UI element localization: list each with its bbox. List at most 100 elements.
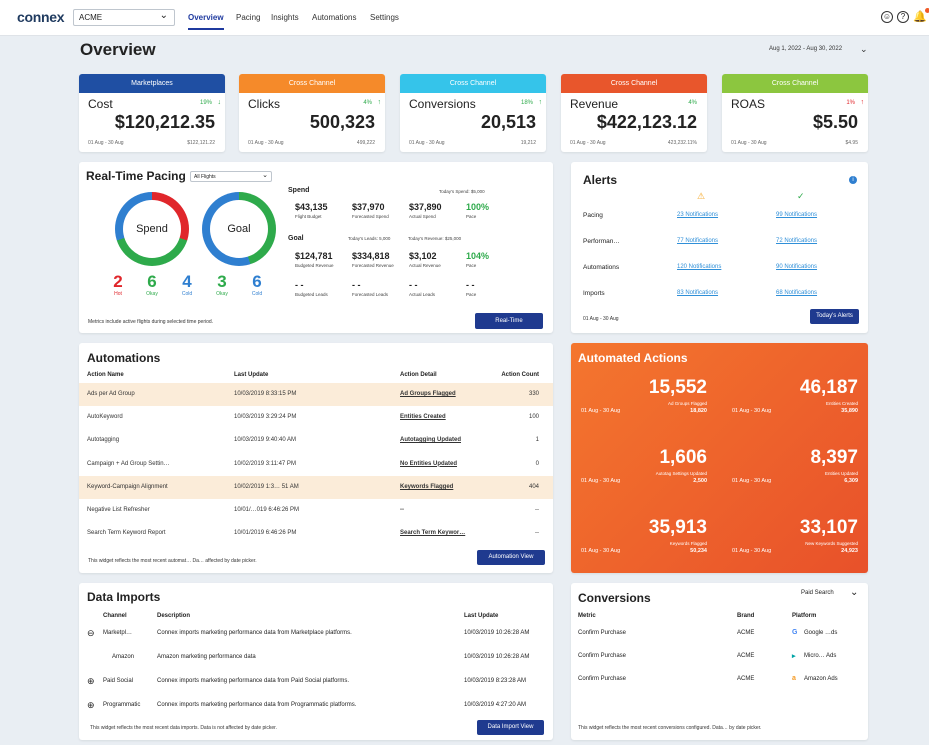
alert-ok-link[interactable]: 90 Notifications — [776, 264, 817, 270]
spend-ring[interactable]: Spend — [115, 192, 189, 266]
action-name: Autotagging — [87, 437, 120, 444]
table-row[interactable]: Search Term Keyword Report 10/01/2019 6:4… — [79, 522, 553, 545]
last-update: 10/02/2019 1:3… 51 AM — [234, 483, 299, 490]
action-detail-link[interactable]: Ad Groups Flagged — [400, 391, 456, 397]
spend-value: $43,135 — [295, 202, 328, 212]
lead-value: - - — [295, 280, 304, 290]
pacing-count-label: Okay — [146, 291, 158, 297]
action-detail-link[interactable]: Entities Created — [400, 414, 446, 420]
conversions-footnote: This widget reflects the most recent con… — [578, 725, 762, 731]
automations-title: Automations — [87, 351, 161, 365]
action-detail-link[interactable]: Keywords Flagged — [400, 484, 453, 490]
real-time-button[interactable]: Real-Time — [475, 313, 543, 329]
connex-logo[interactable]: connex — [17, 9, 65, 25]
alert-ok-link[interactable]: 72 Notifications — [776, 238, 817, 244]
collapse-icon[interactable]: ⊖ — [87, 628, 95, 639]
action-label: Keywords Flagged — [669, 541, 707, 546]
action-detail-link[interactable]: No Entities Updated — [400, 461, 457, 467]
info-icon[interactable]: i — [849, 176, 857, 184]
lead-label: Actual Leads — [409, 292, 436, 297]
kpi-value: $422,123.12 — [596, 112, 697, 132]
automation-view-button[interactable]: Automation View — [477, 550, 545, 565]
kpi-card-revenue[interactable]: Cross Channel Revenue 4% $422,123.12 01 Aug … — [561, 74, 707, 152]
import-description: Connex imports marketing performance dat… — [157, 630, 352, 636]
spend-section-label: Spend — [288, 187, 310, 194]
alert-category: Performan… — [583, 238, 620, 245]
nav-pacing[interactable]: Pacing — [236, 13, 260, 22]
alert-ok-link[interactable]: 68 Notifications — [776, 290, 817, 296]
action-value: 46,187 — [799, 377, 858, 398]
alert-warning-link[interactable]: 23 Notifications — [677, 212, 718, 218]
help-icon[interactable]: ? — [897, 11, 909, 23]
account-select[interactable]: ACME ⌄ — [73, 9, 175, 26]
kpi-date-range: 01 Aug - 30 Aug — [248, 140, 284, 146]
conversions-filter-select[interactable]: Paid Search ⌄ — [801, 587, 858, 598]
pacing-count-number: 6 — [252, 272, 262, 291]
pacing-count[interactable]: 6 Okay — [142, 273, 162, 297]
kpi-value: 500,323 — [309, 112, 375, 132]
pacing-count[interactable]: 6 Cold — [247, 273, 267, 297]
kpi-card-conversions[interactable]: Cross Channel Conversions 18% ↑ 20,513 01 Aug… — [400, 74, 546, 152]
goal-ring-label: Goal — [210, 200, 268, 258]
alert-warning-link[interactable]: 83 Notifications — [677, 290, 718, 296]
lead-value: - - — [352, 280, 361, 290]
table-row[interactable]: AutoKeyword 10/03/2019 3:29:24 PM Entities… — [79, 406, 553, 429]
kpi-card-clicks[interactable]: Cross Channel Clicks 4% ↑ 500,323 01 Aug - 30… — [239, 74, 385, 152]
kpi-prev-value: 499,222 — [356, 140, 375, 146]
spend-value: 100% — [466, 202, 490, 212]
date-range-picker[interactable]: Aug 1, 2022 - Aug 30, 2022 ⌄ — [769, 44, 868, 54]
action-detail-link[interactable]: Search Term Keywor… — [400, 530, 465, 536]
kpi-pct: 4% — [688, 100, 697, 106]
import-channel: Amazon — [112, 654, 135, 660]
kpi-header: Cross Channel — [239, 74, 385, 93]
kpi-date-range: 01 Aug - 30 Aug — [731, 140, 767, 146]
automations-header-row: Action Name Last Update Action Detail Ac… — [79, 372, 553, 383]
conversion-platform: Micro… Ads — [804, 653, 837, 659]
expand-icon[interactable]: ⊕ — [87, 676, 95, 687]
pacing-count-label: Cold — [181, 291, 193, 297]
nav-automations[interactable]: Automations — [312, 13, 356, 22]
action-value: 8,397 — [810, 447, 858, 468]
table-row[interactable]: Campaign + Ad Group Settin… 10/02/2019 3:… — [79, 453, 553, 476]
action-prev-value: 24,923 — [841, 548, 858, 554]
bell-icon[interactable]: 🔔 — [913, 8, 929, 23]
pacing-count-number: 3 — [217, 272, 227, 291]
user-icon[interactable]: ☺ — [881, 11, 893, 23]
pacing-count[interactable]: 3 Okay — [212, 273, 232, 297]
nav-insights[interactable]: Insights — [271, 13, 299, 22]
table-row[interactable]: Keyword-Campaign Alignment 10/02/2019 1:3… — [79, 475, 553, 499]
action-detail-link[interactable]: Autotagging Updated — [400, 437, 461, 443]
action-count: -- — [535, 507, 539, 513]
spend-ring-label: Spend — [123, 200, 181, 258]
action-count: 404 — [528, 483, 539, 490]
goal-ring[interactable]: Goal — [202, 192, 276, 266]
kpi-card-roas[interactable]: Cross Channel ROAS 1% ↑ $5.50 01 Aug - 30 Aug… — [722, 74, 868, 152]
pacing-count[interactable]: 2 Hot — [108, 273, 128, 297]
platform-icon: G — [792, 629, 798, 636]
platform-icon: a — [792, 675, 796, 682]
kpi-value: $5.50 — [812, 112, 858, 132]
chevron-down-icon: ⌄ — [159, 10, 168, 21]
conversions-title: Conversions — [578, 591, 651, 605]
alert-warning-link[interactable]: 120 Notifications — [677, 264, 721, 270]
alert-warning-link[interactable]: 77 Notifications — [677, 238, 718, 244]
expand-icon[interactable]: ⊕ — [87, 700, 95, 711]
action-prev-value: 18,820 — [690, 408, 707, 414]
pacing-footnote: Metrics include active flights during se… — [88, 319, 214, 325]
data-import-view-button[interactable]: Data Import View — [477, 720, 544, 735]
table-row[interactable]: Ads per Ad Group 10/03/2019 8:33:15 PM Ad … — [79, 383, 553, 406]
kpi-pct: 1% — [846, 100, 855, 106]
table-row[interactable]: Autotagging 10/03/2019 9:40:40 AM Autotagg… — [79, 429, 553, 452]
nav-overview[interactable]: Overview — [188, 13, 224, 30]
alert-ok-link[interactable]: 99 Notifications — [776, 212, 817, 218]
flight-filter-select[interactable]: All Flights ⌄ — [190, 171, 272, 182]
kpi-header: Cross Channel — [561, 74, 707, 93]
pacing-count[interactable]: 4 Cold — [177, 273, 197, 297]
kpi-value: 20,513 — [480, 112, 536, 132]
col-brand: Brand — [737, 613, 755, 619]
todays-alerts-button[interactable]: Today's Alerts — [810, 309, 859, 324]
kpi-card-cost[interactable]: Marketplaces Cost 19% ↓ $120,212.35 01 Aug - … — [79, 74, 225, 152]
kpi-prev-value: $4.95 — [845, 140, 858, 146]
table-row[interactable]: Negative List Refresher 10/01/…019 6:46:2… — [79, 499, 553, 522]
nav-settings[interactable]: Settings — [370, 13, 399, 22]
